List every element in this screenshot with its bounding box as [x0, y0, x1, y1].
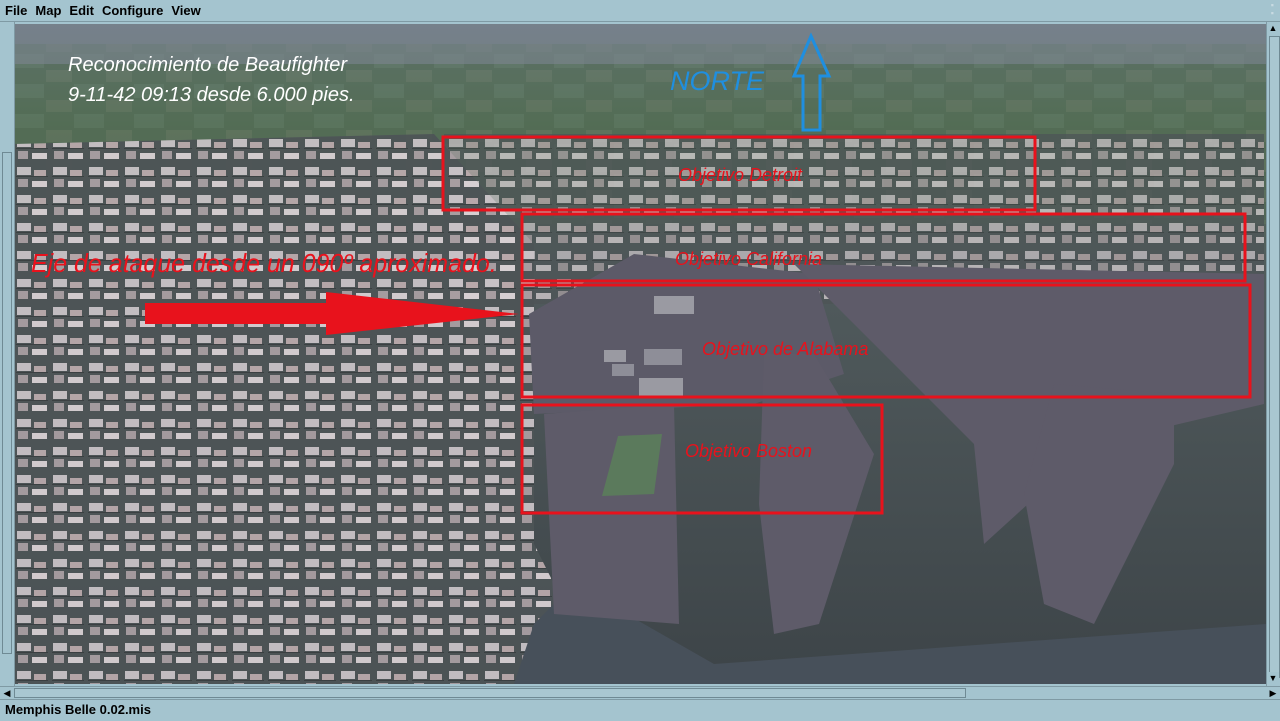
- target-label-alabama: Objetivo de Alabama: [702, 339, 869, 359]
- menu-configure[interactable]: Configure: [98, 0, 167, 21]
- menu-bar: File Map Edit Configure View ▪ ▪: [0, 0, 1280, 22]
- target-label-detroit: Objetivo Detroit: [678, 165, 803, 185]
- map-frame: Reconocimiento de Beaufighter 9-11-42 09…: [0, 22, 1280, 686]
- left-scroll-track[interactable]: [0, 22, 15, 686]
- left-scroll-thumb[interactable]: [2, 152, 12, 654]
- vertical-scrollbar[interactable]: ▲ ▼: [1266, 22, 1280, 686]
- scroll-down-icon[interactable]: ▼: [1267, 672, 1279, 684]
- menu-file[interactable]: File: [0, 0, 31, 21]
- attack-axis-label: Eje de ataque desde un 090º aproximado.: [31, 248, 497, 278]
- scroll-left-icon[interactable]: ◀: [1, 687, 13, 699]
- target-label-boston: Objetivo Boston: [685, 441, 813, 461]
- horizontal-scrollbar[interactable]: ◀ ▶: [0, 686, 1280, 699]
- menu-map[interactable]: Map: [31, 0, 65, 21]
- horizontal-scroll-thumb[interactable]: [14, 688, 966, 698]
- north-label: NORTE: [670, 66, 765, 96]
- recon-caption-line1: Reconocimiento de Beaufighter: [68, 54, 348, 76]
- scroll-right-icon[interactable]: ▶: [1267, 687, 1279, 699]
- recon-caption-line2: 9-11-42 09:13 desde 6.000 pies.: [68, 84, 355, 106]
- menu-edit[interactable]: Edit: [65, 0, 98, 21]
- vertical-scroll-thumb[interactable]: [1269, 36, 1280, 678]
- status-bar: Memphis Belle 0.02.mis: [0, 699, 1280, 721]
- scroll-up-icon[interactable]: ▲: [1267, 22, 1279, 34]
- window-controls-icon[interactable]: ▪ ▪: [1258, 1, 1274, 18]
- aerial-photo: [14, 24, 1266, 684]
- mission-filename: Memphis Belle 0.02.mis: [5, 702, 151, 717]
- map-view[interactable]: Reconocimiento de Beaufighter 9-11-42 09…: [14, 24, 1266, 684]
- menu-view[interactable]: View: [167, 0, 204, 21]
- target-label-california: Objetivo California: [675, 249, 823, 269]
